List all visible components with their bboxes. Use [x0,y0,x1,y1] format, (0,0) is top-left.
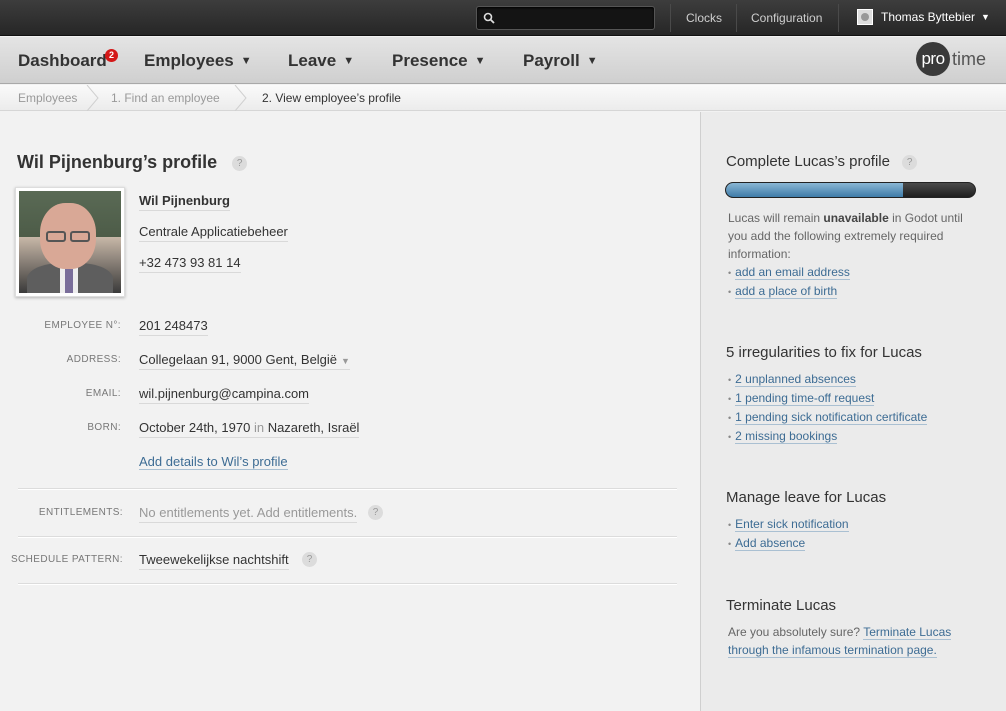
list-item: add a place of birth [728,282,850,301]
divider [18,583,677,585]
born-date: October 24th, 1970 [139,420,251,435]
nav-leave[interactable]: Leave ▼ [288,51,354,71]
address-value[interactable]: Collegelaan 91, 9000 Gent, België ▼ [139,352,350,370]
schedule-label: SCHEDULE PATTERN: [10,554,123,565]
nav-label: Presence [392,51,468,70]
complete-profile-title-text: Complete Lucas’s profile [726,153,890,170]
nav-employees[interactable]: Employees ▼ [144,51,252,71]
complete-profile-title: Complete Lucas’s profile ? [726,153,918,170]
terminate-question: Are you absolutely sure? [728,625,861,639]
address-text: Collegelaan 91, 9000 Gent, België [139,352,338,367]
clocks-link[interactable]: Clocks [686,11,722,25]
breadcrumb-current: 2. View employee’s profile [262,91,401,105]
born-in: in [253,420,265,435]
list-item: 2 unplanned absences [728,370,927,389]
chevron-down-icon: ▼ [586,55,598,67]
divider [18,488,677,490]
chevron-down-icon: ▼ [240,55,252,67]
nav-label: Leave [288,51,337,70]
employee-no-value[interactable]: 201 248473 [139,318,208,336]
irregularities-list: 2 unplanned absences 1 pending time-off … [728,370,928,446]
email-value[interactable]: wil.pijnenburg@campina.com [139,386,309,404]
pending-timeoff-link[interactable]: 1 pending time-off request [735,391,875,406]
help-icon[interactable]: ? [368,505,383,520]
nav-label: Payroll [523,51,580,70]
divider [670,4,671,32]
manage-leave-title: Manage leave for Lucas [726,489,887,506]
top-bar: Clocks Configuration Thomas Byttebier ▼ [0,0,1006,36]
born-place: Nazareth, Israël [267,420,360,435]
notification-badge: 2 [105,49,118,62]
page-title-text: Wil Pijnenburg’s profile [17,152,218,172]
chevron-down-icon: ▼ [343,55,355,67]
list-item: 1 pending sick notification certificate [728,408,928,427]
add-email-link[interactable]: add an email address [735,265,850,280]
breadcrumb-separator-icon [86,85,99,111]
manage-leave-list: Enter sick notification Add absence [728,515,849,553]
help-icon[interactable]: ? [232,155,248,171]
configuration-link[interactable]: Configuration [751,11,822,25]
employee-phone[interactable]: +32 473 93 81 14 [139,255,241,273]
chevron-down-icon: ▼ [341,356,350,366]
nav-label: Dashboard [18,51,107,70]
nav-presence[interactable]: Presence ▼ [392,51,486,71]
chevron-down-icon: ▼ [474,55,486,67]
entitlements-label: ENTITLEMENTS: [38,507,123,518]
progress-fill [726,183,903,197]
list-item: add an email address [728,263,850,282]
nav-dashboard[interactable]: Dashboard [18,51,107,71]
protime-logo[interactable]: pro time [916,42,986,76]
employee-department[interactable]: Centrale Applicatiebeheer [139,224,288,242]
page-title: Wil Pijnenburg’s profile ? [17,152,248,173]
logo-pro: pro [916,42,950,76]
help-icon[interactable]: ? [902,154,918,170]
schedule-value[interactable]: Tweewekelijkse nachtshift [139,552,289,570]
divider [18,536,677,538]
born-value[interactable]: October 24th, 1970 in Nazareth, Israël [139,420,360,438]
missing-bookings-link[interactable]: 2 missing bookings [735,429,838,444]
required-info-list: add an email address add a place of birt… [728,263,850,301]
list-item: 1 pending time-off request [728,389,927,408]
search-icon [483,12,495,24]
complete-profile-text: Lucas will remain unavailable in Godot u… [728,211,963,261]
profile-main: Wil Pijnenburg’s profile ? Wil Pijnenbur… [0,112,700,711]
terminate-title: Terminate Lucas [726,597,837,614]
search-input[interactable] [476,6,655,30]
born-label: BORN: [87,422,121,433]
nav-label: Employees [144,51,234,70]
breadcrumb: Employees 1. Find an employee 2. View em… [0,85,1006,111]
enter-sick-notification-link[interactable]: Enter sick notification [735,517,849,532]
employee-name[interactable]: Wil Pijnenburg [139,193,230,211]
terminate-text: Are you absolutely sure? Terminate Lucas… [728,623,978,659]
unplanned-absences-link[interactable]: 2 unplanned absences [735,372,856,387]
user-menu[interactable]: Thomas Byttebier ▼ [857,9,990,25]
user-name: Thomas Byttebier [881,10,976,24]
add-details-link[interactable]: Add details to Wil’s profile [139,454,288,470]
chevron-down-icon: ▼ [981,12,990,22]
breadcrumb-separator-icon [234,85,247,111]
irregularities-title: 5 irregularities to fix for Lucas [726,344,922,361]
email-label: EMAIL: [85,388,121,399]
nav-payroll[interactable]: Payroll ▼ [523,51,598,71]
profile-progress-bar [725,182,976,198]
breadcrumb-find-employee[interactable]: 1. Find an employee [111,91,220,105]
logo-time: time [952,48,987,69]
sidebar: Complete Lucas’s profile ? Lucas will re… [700,112,1006,711]
list-item: Add absence [728,534,849,553]
divider [736,4,737,32]
user-avatar-icon [857,9,873,25]
address-label: ADDRESS: [66,354,121,365]
main-nav: Dashboard 2 Employees ▼ Leave ▼ Presence ▼ … [0,37,1006,84]
list-item: Enter sick notification [728,515,849,534]
pending-sick-certificate-link[interactable]: 1 pending sick notification certificate [735,410,928,425]
add-absence-link[interactable]: Add absence [735,536,806,551]
add-birthplace-link[interactable]: add a place of birth [735,284,838,299]
help-icon[interactable]: ? [302,552,317,567]
list-item: 2 missing bookings [728,427,927,446]
employee-photo [15,187,125,297]
employee-no-label: EMPLOYEE N°: [44,320,121,331]
divider [838,4,839,32]
entitlements-value[interactable]: No entitlements yet. Add entitlements. [139,505,358,523]
breadcrumb-employees[interactable]: Employees [18,91,77,105]
